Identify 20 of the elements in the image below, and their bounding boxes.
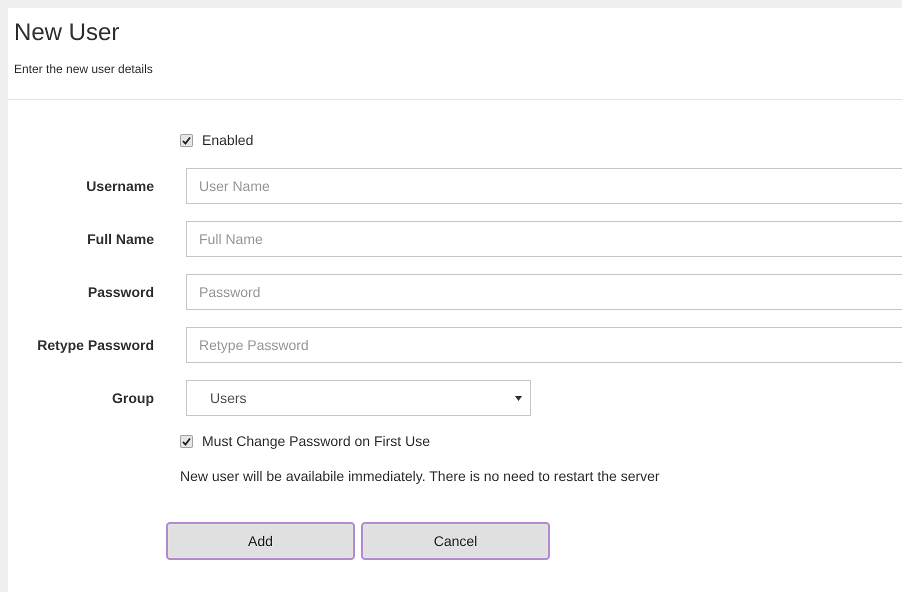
- field-label: Group: [111, 389, 154, 408]
- text-input[interactable]: Password: [186, 274, 902, 310]
- field-label: Username: [85, 177, 154, 196]
- page-subtitle: Enter the new user details: [14, 62, 154, 76]
- checkbox-label: Enabled: [202, 132, 254, 148]
- field-label: Full Name: [86, 230, 154, 249]
- checkbox[interactable]: [180, 134, 193, 146]
- text-input[interactable]: Retype Password: [186, 327, 902, 363]
- text-input[interactable]: Full Name: [186, 221, 902, 257]
- form-button[interactable]: Cancel: [361, 522, 550, 560]
- info-text: New user will be availabile immediately. There is no need to restart the server: [180, 468, 661, 484]
- field-label: Retype Password: [36, 336, 154, 355]
- caret-icon: [515, 396, 522, 400]
- page-title: New User: [14, 18, 120, 48]
- form-button[interactable]: Add: [166, 522, 355, 560]
- group-dropdown[interactable]: Users: [186, 380, 531, 416]
- text-input[interactable]: User Name: [186, 168, 902, 204]
- checkbox-label: Must Change Password on First Use: [202, 433, 430, 449]
- checkbox[interactable]: [180, 434, 193, 448]
- field-label: Password: [86, 283, 154, 302]
